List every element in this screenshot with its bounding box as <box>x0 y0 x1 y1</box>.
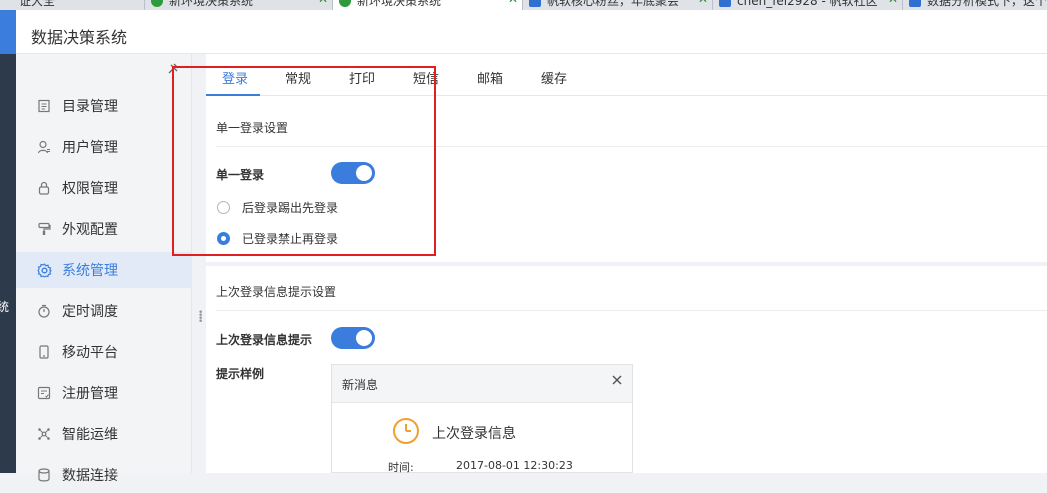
sidebar-item-label: 移动平台 <box>62 345 118 361</box>
preview-message: 上次登录信息 <box>432 426 516 442</box>
sidebar-item-system[interactable]: 系统管理 <box>16 252 192 288</box>
drag-handle-icon[interactable]: • • • • <box>198 309 203 327</box>
ops-icon <box>36 426 52 442</box>
section-title-single-login: 单一登录设置 <box>216 121 289 135</box>
pin-icon[interactable] <box>166 62 180 76</box>
browser-tab[interactable]: 帆软核心粉丝，年底聚会 ✕ <box>522 0 712 10</box>
last-login-toggle[interactable] <box>331 327 375 349</box>
browser-tab-label: 新环境决策系统 <box>357 0 442 8</box>
browser-tab-label: 帆软核心粉丝，年底聚会 <box>547 0 680 8</box>
rail-label: 统 <box>0 300 10 314</box>
catalog-icon <box>36 98 52 114</box>
radio-label: 已登录禁止再登录 <box>242 232 339 246</box>
browser-tab[interactable]: 数据分析模式下，这个 <box>902 0 1047 10</box>
divider <box>216 146 1047 147</box>
sidebar-item-label: 外观配置 <box>62 222 118 238</box>
register-icon <box>36 385 52 401</box>
sidebar-item-scheduler[interactable]: 定时调度 <box>16 293 192 329</box>
sidebar-item-label: 系统管理 <box>62 263 118 279</box>
close-icon[interactable]: ✕ <box>888 0 898 6</box>
single-login-toggle[interactable] <box>331 162 375 184</box>
single-login-label: 单一登录 <box>216 168 265 182</box>
tab-sms[interactable]: 短信 <box>413 68 439 87</box>
browser-tab-label: chen_fei2928 - 帆软社区 <box>737 0 878 8</box>
green-circle-icon <box>151 0 163 7</box>
sidebar-item-appearance[interactable]: 外观配置 <box>16 211 192 247</box>
divider <box>216 310 1047 311</box>
browser-tab-active[interactable]: 新环境决策系统 ✕ <box>332 0 522 10</box>
app-header: 数据决策系统 <box>0 10 1047 54</box>
logo-strip <box>0 10 16 54</box>
sidebar-item-permissions[interactable]: 权限管理 <box>16 170 192 206</box>
active-tab-indicator <box>206 94 260 96</box>
radio-kick-previous[interactable]: 后登录踢出先登录 <box>217 199 338 216</box>
tab-email[interactable]: 邮箱 <box>477 68 503 87</box>
timer-icon <box>36 303 52 319</box>
sidebar-item-label: 权限管理 <box>62 181 118 197</box>
browser-tab[interactable]: chen_fei2928 - 帆软社区 ✕ <box>712 0 902 10</box>
sidebar-item-ops[interactable]: 智能运维 <box>16 416 192 452</box>
browser-tab[interactable]: 证大全 <box>0 0 144 10</box>
sidebar-item-label: 定时调度 <box>62 304 118 320</box>
sidebar-item-label: 注册管理 <box>62 386 118 402</box>
panel-splitter[interactable] <box>192 54 200 473</box>
tab-general[interactable]: 常规 <box>285 68 311 87</box>
last-login-label: 上次登录信息提示 <box>216 333 313 347</box>
preview-time-value: 2017-08-01 12:30:23 <box>456 459 573 472</box>
browser-tab-label: 数据分析模式下，这个 <box>927 0 1047 8</box>
close-icon[interactable]: ✕ <box>508 0 518 6</box>
radio-circle-selected <box>217 232 230 245</box>
green-circle-icon <box>339 0 351 7</box>
mobile-icon <box>36 344 52 360</box>
preview-header: 新消息 <box>332 365 632 403</box>
sidebar-item-catalog[interactable]: 目录管理 <box>16 88 192 124</box>
preview-title: 新消息 <box>342 378 379 392</box>
browser-tab-label: 证大全 <box>19 0 56 8</box>
sidebar-item-data-connection[interactable]: 数据连接 <box>16 457 192 493</box>
app-title: 数据决策系统 <box>31 28 128 47</box>
sidebar-item-label: 目录管理 <box>62 99 118 115</box>
blue-square-icon <box>529 0 541 7</box>
lock-icon <box>36 180 52 196</box>
close-icon[interactable]: ✕ <box>698 0 708 6</box>
tab-print[interactable]: 打印 <box>349 68 375 87</box>
close-icon[interactable] <box>610 373 626 389</box>
blue-square-icon <box>719 0 731 7</box>
user-icon <box>36 139 52 155</box>
sidebar-item-label: 智能运维 <box>62 427 118 443</box>
radio-circle <box>217 201 230 214</box>
browser-tab[interactable]: 新环境决策系统 ✕ <box>144 0 332 10</box>
toggle-knob <box>356 330 372 346</box>
database-icon <box>36 467 52 483</box>
gear-icon <box>36 262 52 278</box>
tab-login[interactable]: 登录 <box>222 68 248 87</box>
message-preview-dialog: 新消息 上次登录信息 时间: 2017-08-01 12:30:23 <box>331 364 633 474</box>
browser-tab-label: 新环境决策系统 <box>169 0 254 8</box>
browser-tab-strip: 证大全 新环境决策系统 ✕ 新环境决策系统 ✕ 帆软核心粉丝，年底聚会 ✕ ch… <box>0 0 1047 10</box>
toggle-knob <box>356 165 372 181</box>
example-label: 提示样例 <box>216 367 265 381</box>
tab-cache[interactable]: 缓存 <box>541 68 567 87</box>
sidebar-item-label: 数据连接 <box>62 468 118 484</box>
sidebar-item-label: 用户管理 <box>62 140 118 156</box>
brush-icon <box>36 221 52 237</box>
blue-square-icon <box>909 0 921 7</box>
settings-tabs: 登录 常规 打印 短信 邮箱 缓存 <box>206 60 1047 96</box>
close-icon[interactable]: ✕ <box>318 0 328 6</box>
left-rail: 统 <box>0 54 16 473</box>
sidebar-item-users[interactable]: 用户管理 <box>16 129 192 165</box>
section-title-last-login: 上次登录信息提示设置 <box>216 285 337 299</box>
radio-block-relogin[interactable]: 已登录禁止再登录 <box>217 230 338 247</box>
sidebar-item-registration[interactable]: 注册管理 <box>16 375 192 411</box>
clock-icon <box>392 417 420 445</box>
radio-label: 后登录踢出先登录 <box>242 201 339 215</box>
sidebar: 目录管理 用户管理 权限管理 外观配置 系统管理 定时调度 移动平台 注册管理 … <box>16 54 192 484</box>
sidebar-item-mobile[interactable]: 移动平台 <box>16 334 192 370</box>
